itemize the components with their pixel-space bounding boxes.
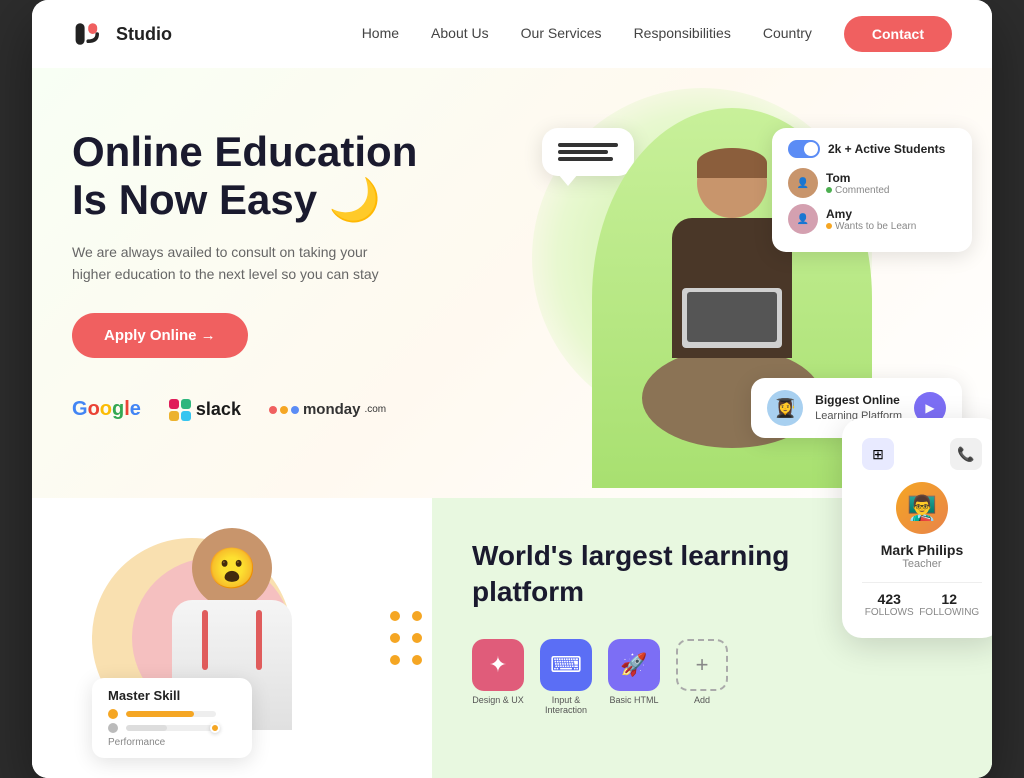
profile-stats: 423 FOLLOWS 12 FOLLOWING [862,591,982,618]
amy-avatar: 👤 [788,204,818,234]
monday-dots [269,406,299,414]
add-icon-box[interactable]: + [676,639,728,691]
brand-name: Studio [116,24,172,45]
browser-window: Studio Home About Us Our Services Respon… [32,0,992,778]
skill-track-2 [126,725,216,731]
design-label: Design & UX [472,695,524,705]
slack-logo: slack [169,399,241,421]
teacher-face: 😮 [192,528,272,608]
suspender-right [256,610,262,670]
orange-dot-5 [390,655,400,665]
profile-divider [862,582,982,583]
status-dot-green [826,187,832,193]
hero-content: Online Education Is Now Easy 🌙 We are al… [72,108,492,421]
icon-item-add: + Add [676,639,728,715]
contact-button[interactable]: Contact [844,16,952,52]
input-icon-box[interactable]: ⌨ [540,639,592,691]
html-icon-box[interactable]: 🚀 [608,639,660,691]
icon-item-design: ✦ Design & UX [472,639,524,715]
profile-card-top: ⊞ 📞 [862,438,982,470]
student-row-amy: 👤 Amy Wants to be Learn [788,204,956,234]
navbar: Studio Home About Us Our Services Respon… [32,0,992,68]
tom-avatar: 👤 [788,168,818,198]
logo[interactable]: Studio [72,16,172,52]
add-label: Add [694,695,710,705]
student-row-tom: 👤 Tom Commented [788,168,956,198]
profile-role: Teacher [862,558,982,570]
skill-track-1 [126,711,216,717]
icon-item-input: ⌨ Input & Interaction [540,639,592,715]
skill-handle[interactable] [210,723,220,733]
profile-card: ⊞ 📞 👨‍🏫 Mark Philips Teacher 423 FOLLOWS… [842,418,992,638]
slack-icon [169,399,191,421]
orange-dots [390,611,422,665]
orange-dot-4 [412,633,422,643]
nav-country[interactable]: Country [763,25,812,41]
skill-label: Performance [108,737,236,748]
skill-bar-row-1 [108,709,236,719]
profile-card-icon-grid[interactable]: ⊞ [862,438,894,470]
orange-dot-1 [390,611,400,621]
toggle-active[interactable] [788,140,820,158]
skill-title: Master Skill [108,688,236,703]
bottom-section: 😮 Master Skill [32,498,992,778]
hero-title: Online Education Is Now Easy 🌙 [72,128,492,225]
lp-avatar: 👩‍🎓 [767,390,803,426]
active-students-title: 2k + Active Students [828,142,945,156]
html-label: Basic HTML [609,695,658,705]
orange-dot-3 [390,633,400,643]
follows-label: FOLLOWS [865,607,914,618]
hero-emoji: 🌙 [329,176,381,223]
suspender-left [202,610,208,670]
profile-card-icon-phone[interactable]: 📞 [950,438,982,470]
teacher-head-area: 😮 [192,528,272,608]
hero-subtitle: We are always availed to consult on taki… [72,241,392,286]
follows-stat: 423 FOLLOWS [865,591,914,618]
following-value: 12 [919,591,979,607]
nav-responsibilities[interactable]: Responsibilities [634,25,731,41]
amy-info: Amy Wants to be Learn [826,207,916,232]
bottom-right: World's largest learning platform ✦ Desi… [432,498,992,778]
profile-avatar: 👨‍🏫 [896,482,948,534]
tom-info: Tom Commented [826,171,889,196]
google-logo: Google [72,398,141,421]
following-label: FOLLOWING [919,607,979,618]
skill-dot-orange [108,709,118,719]
logo-icon [72,16,108,52]
laptop [682,288,782,348]
partners: Google slack monday.com [72,398,492,421]
monday-logo: monday.com [269,401,386,418]
following-stat: 12 FOLLOWING [919,591,979,618]
apply-online-button[interactable]: Apply Online → [72,313,248,358]
skill-fill-2 [126,725,167,731]
nav-home[interactable]: Home [362,25,399,41]
profile-name: Mark Philips [862,542,982,558]
nav-links: Home About Us Our Services Responsibilit… [362,25,812,43]
student-hair [697,148,767,178]
input-label: Input & Interaction [540,695,592,715]
skill-card: Master Skill Performance [92,678,252,758]
nav-services[interactable]: Our Services [521,25,602,41]
skill-fill-1 [126,711,194,717]
bottom-left: 😮 Master Skill [32,498,432,778]
orange-dot-6 [412,655,422,665]
nav-about[interactable]: About Us [431,25,489,41]
icon-item-html: 🚀 Basic HTML [608,639,660,715]
orange-dot-2 [412,611,422,621]
laptop-screen [687,292,777,342]
card-header: 2k + Active Students [788,140,956,158]
follows-value: 423 [865,591,914,607]
student-head [697,148,767,218]
active-students-card: 2k + Active Students 👤 Tom Commented 👤 [772,128,972,252]
icons-row: ✦ Design & UX ⌨ Input & Interaction 🚀 Ba… [472,639,952,715]
skill-bar-row-2 [108,723,236,733]
design-icon-box[interactable]: ✦ [472,639,524,691]
skill-dot-gray [108,723,118,733]
status-dot-orange [826,223,832,229]
